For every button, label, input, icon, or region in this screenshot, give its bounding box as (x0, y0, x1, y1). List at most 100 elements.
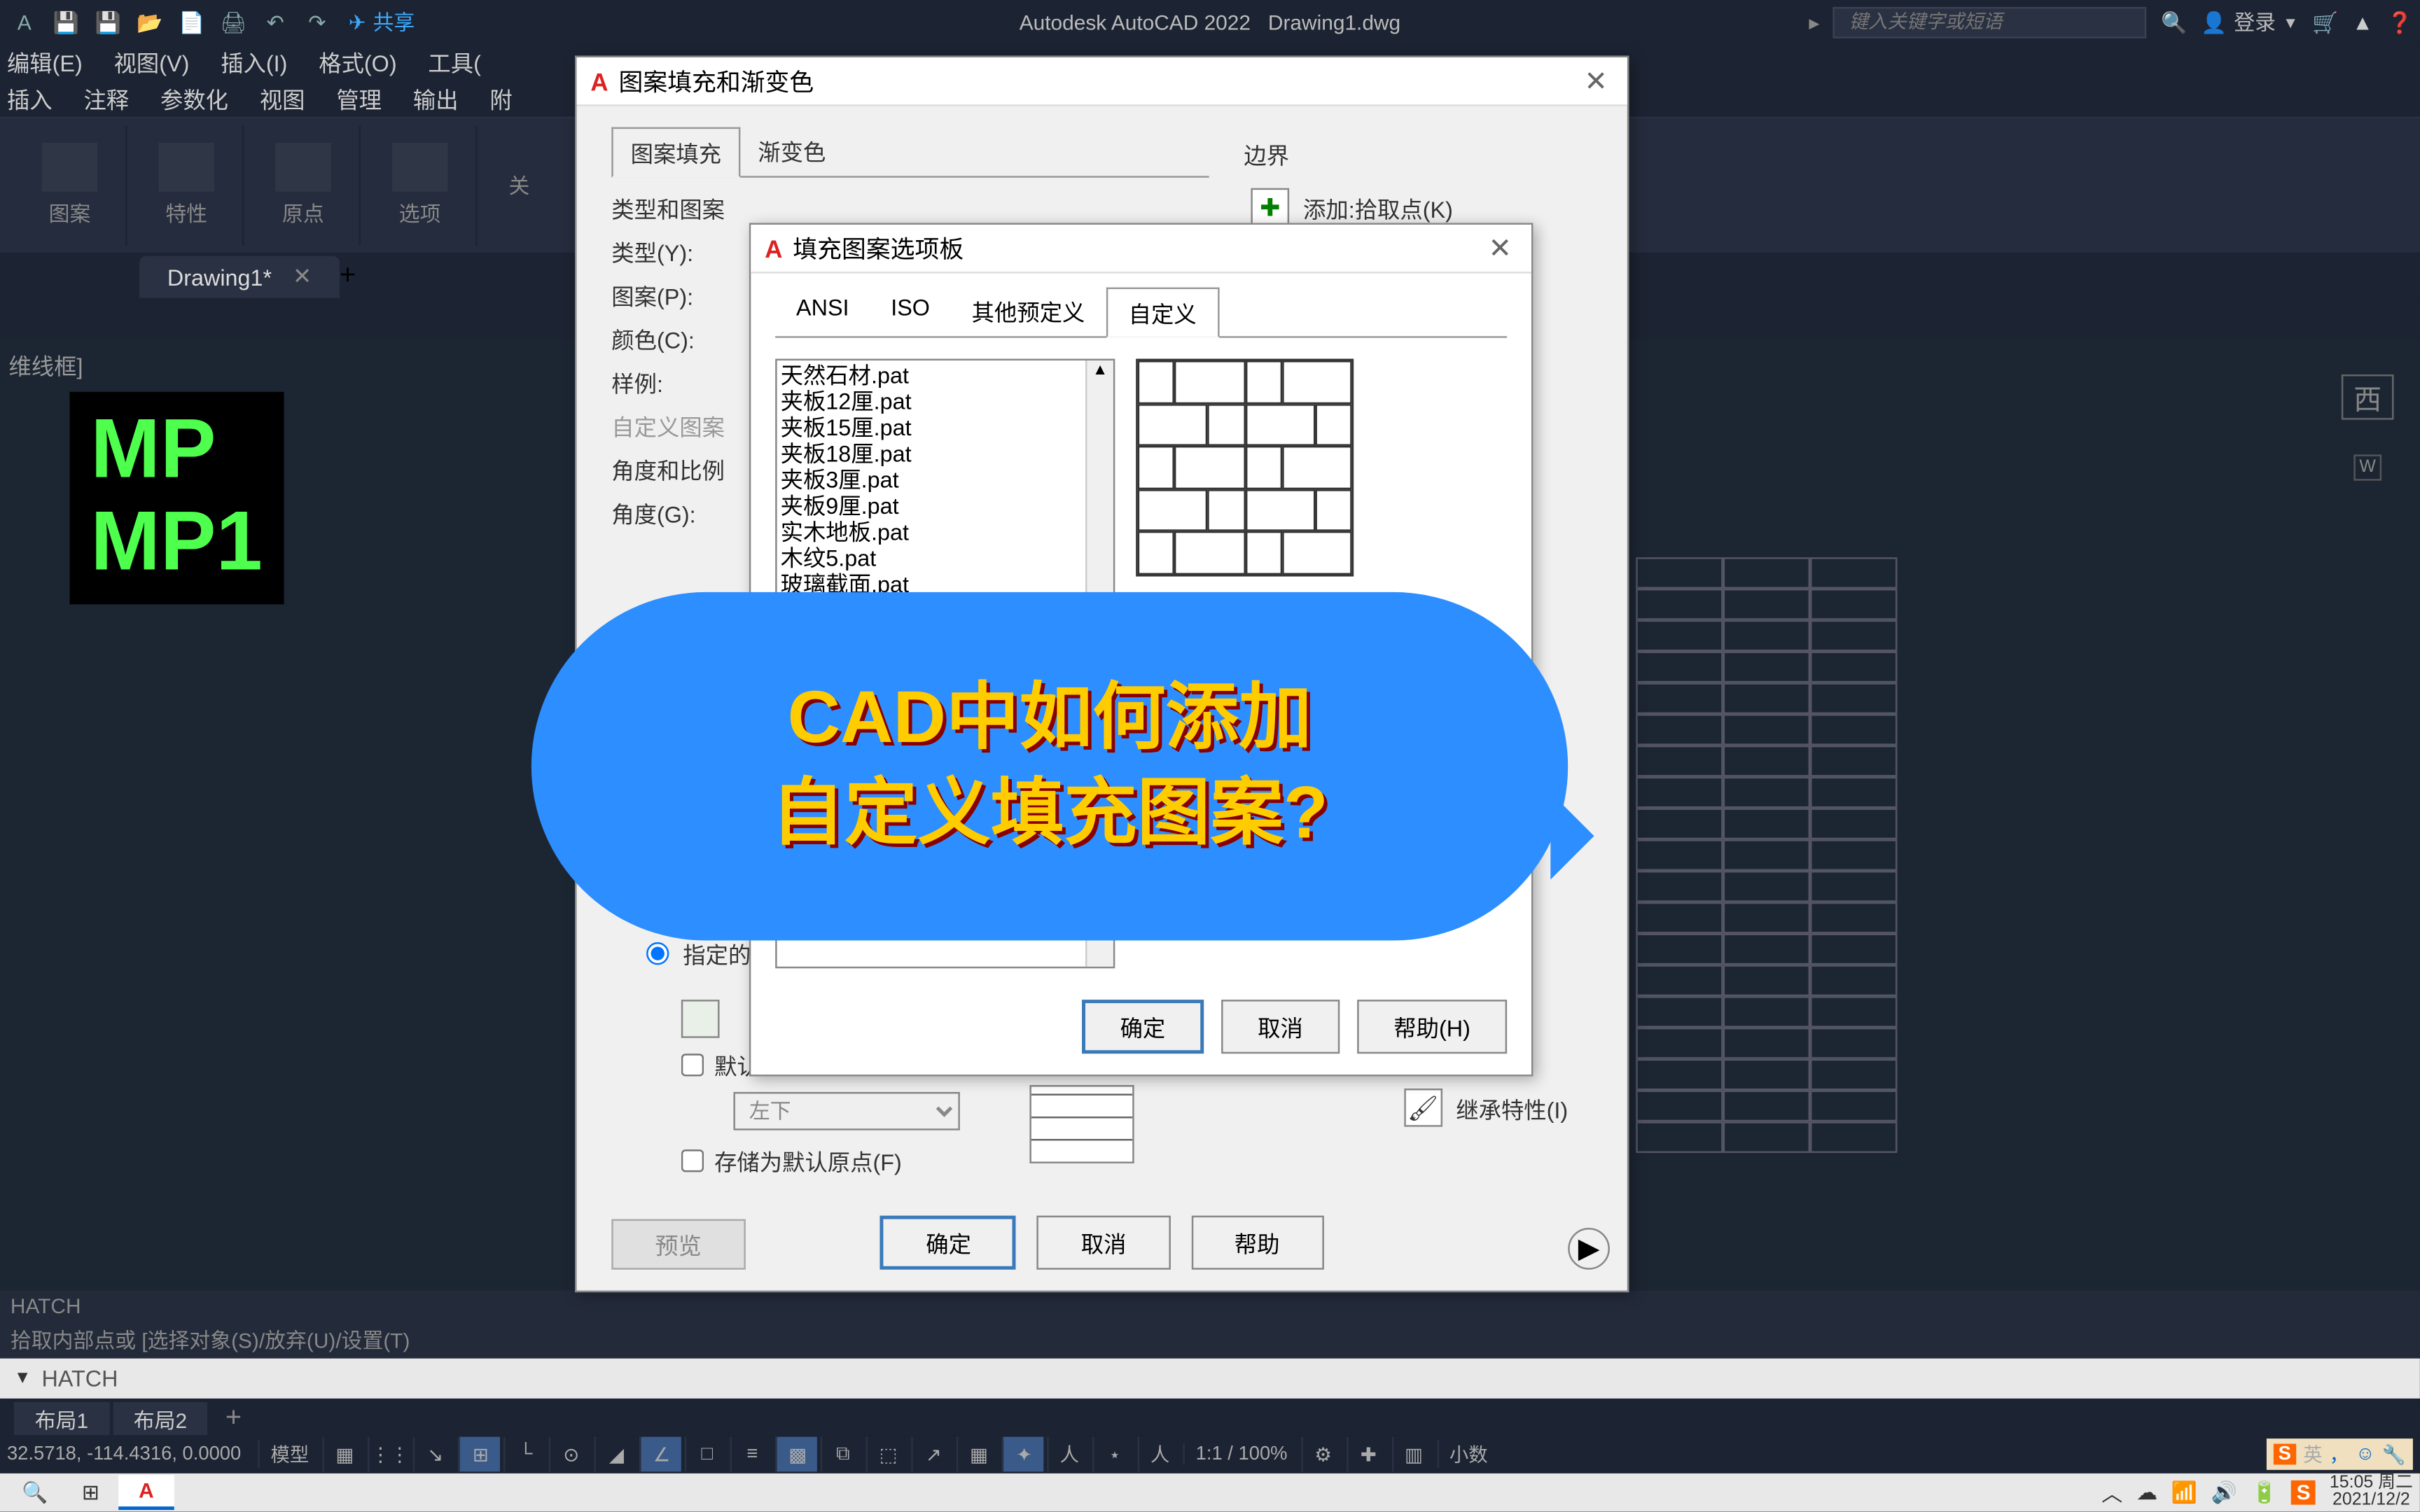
share-button[interactable]: ✈ 共享 (349, 7, 415, 36)
list-item[interactable]: 夹板12厘.pat (781, 390, 1110, 416)
menu-edit[interactable]: 编辑(E) (7, 44, 83, 77)
ribbon-tab-addins[interactable]: 附 (489, 81, 512, 114)
snap-icon[interactable]: ⋮⋮ (368, 1437, 410, 1472)
task-view-icon[interactable]: ⊞ (63, 1475, 119, 1510)
annotation-icon[interactable]: 人 (1048, 1437, 1090, 1472)
ribbon-group-pattern[interactable]: 图案 (14, 125, 127, 246)
tab-ansi[interactable]: ANSI (775, 288, 870, 337)
close-icon[interactable]: ✕ (1482, 231, 1517, 266)
print-icon[interactable]: 🖨 (216, 4, 251, 39)
search-icon[interactable]: 🔍 (7, 1475, 63, 1510)
annotation-visibility-icon[interactable]: 人 (1139, 1437, 1181, 1472)
lineweight-icon[interactable]: ≡ (730, 1437, 772, 1472)
add-tab-button[interactable]: + (340, 261, 356, 293)
menu-insert[interactable]: 插入(I) (221, 44, 287, 77)
sound-icon[interactable]: 🔊 (2211, 1480, 2237, 1505)
list-item[interactable]: 实木地板.pat (781, 520, 1110, 546)
login-button[interactable]: 👤 登录 ▼ (2201, 7, 2298, 36)
inherit-properties-button[interactable]: 🖌 继承特性(I) (1397, 1082, 1575, 1134)
save-icon-2[interactable]: 💾 (90, 4, 125, 39)
cart-icon[interactable]: 🛒 (2312, 10, 2338, 34)
help-button[interactable]: 帮助 (1191, 1216, 1323, 1270)
osnap-icon[interactable]: ∠ (640, 1437, 682, 1472)
ribbon-tab-output[interactable]: 输出 (413, 81, 459, 114)
tab-gradient[interactable]: 渐变色 (740, 127, 843, 176)
menu-tools[interactable]: 工具( (428, 44, 480, 77)
list-item[interactable]: 夹板18厘.pat (781, 442, 1110, 468)
ribbon-group-options[interactable]: 选项 (364, 125, 478, 246)
ribbon-group-properties[interactable]: 特性 (131, 125, 244, 246)
list-item[interactable]: 木纹5.pat (781, 546, 1110, 572)
units-icon[interactable]: ▥ (1392, 1437, 1434, 1472)
undo-icon[interactable]: ↶ (258, 4, 293, 39)
decimal-label[interactable]: 小数 (1437, 1441, 1498, 1469)
add-layout-button[interactable]: + (211, 1404, 256, 1435)
origin-position-select[interactable]: 左下 (733, 1092, 959, 1130)
isodraft-icon[interactable]: ◢ (594, 1437, 637, 1472)
expand-dialog-button[interactable]: ▶ (1568, 1228, 1610, 1270)
infer-icon[interactable]: ↘ (414, 1437, 456, 1472)
ribbon-tab-parametric[interactable]: 参数化 (160, 81, 228, 114)
sogou-tray-icon[interactable]: S (2291, 1480, 2316, 1505)
ribbon-tab-view[interactable]: 视图 (260, 81, 305, 114)
close-tab-icon[interactable]: ✕ (293, 263, 312, 291)
command-line[interactable]: ▼ HATCH (0, 1359, 2420, 1399)
battery-icon[interactable]: 🔋 (2251, 1480, 2277, 1505)
ribbon-tab-insert[interactable]: 插入 (7, 81, 53, 114)
cancel-button[interactable]: 取消 (1038, 1216, 1170, 1270)
help-button[interactable]: 帮助(H) (1357, 1000, 1507, 1054)
polar-icon[interactable]: ⊙ (550, 1437, 592, 1472)
gizmo-icon[interactable]: ✦ (1002, 1437, 1044, 1472)
ribbon-tab-annotate[interactable]: 注释 (83, 81, 129, 114)
autocad-taskbar-icon[interactable]: A (118, 1475, 174, 1510)
ribbon-tab-manage[interactable]: 管理 (336, 81, 382, 114)
menu-format[interactable]: 格式(O) (319, 44, 396, 77)
dyn-ucs-icon[interactable]: ↗ (912, 1437, 954, 1472)
set-origin-icon[interactable] (681, 1000, 720, 1038)
annotation-scale-icon[interactable]: ⋆ (1093, 1437, 1135, 1472)
clock[interactable]: 15:05 周二 2021/12/2 (2330, 1475, 2413, 1510)
viewcube[interactable]: 西 W (2332, 374, 2402, 479)
viewcube-face[interactable]: 西 (2342, 374, 2394, 420)
otrack-icon[interactable]: □ (686, 1437, 728, 1472)
plot-icon[interactable]: 📄 (174, 4, 209, 39)
ribbon-group-close[interactable]: 关 (481, 125, 558, 246)
app-icon[interactable]: ▲ (2352, 10, 2373, 34)
3dosnap-icon[interactable]: ⬚ (866, 1437, 908, 1472)
coordinates[interactable]: 32.5718, -114.4316, 0.0000 (7, 1444, 241, 1465)
doc-tab-drawing1[interactable]: Drawing1* ✕ (139, 256, 340, 298)
tab-iso[interactable]: ISO (870, 288, 950, 337)
tab-custom[interactable]: 自定义 (1106, 288, 1219, 338)
add-icon[interactable]: ✚ (1347, 1437, 1389, 1472)
menu-view[interactable]: 视图(V) (114, 44, 190, 77)
gear-icon[interactable]: ⚙ (1301, 1437, 1343, 1472)
help-icon[interactable]: ❓ (2387, 10, 2413, 34)
layout-tab-1[interactable]: 布局1 (14, 1401, 109, 1438)
onedrive-icon[interactable]: ☁ (2136, 1480, 2157, 1505)
ok-button[interactable]: 确定 (881, 1216, 1017, 1270)
infocenter-arrow-icon[interactable]: ▸ (1809, 10, 1819, 34)
list-item[interactable]: 天然石材.pat (781, 364, 1110, 390)
ok-button[interactable]: 确定 (1082, 1000, 1204, 1054)
tab-other[interactable]: 其他预定义 (951, 288, 1106, 337)
dialog2-titlebar[interactable]: A 填充图案选项板 ✕ (751, 225, 1531, 274)
dynamic-input-icon[interactable]: ⊞ (459, 1437, 501, 1472)
list-item[interactable]: 夹板15厘.pat (781, 416, 1110, 442)
chevron-down-icon[interactable]: ▼ (14, 1369, 32, 1388)
ime-indicator[interactable]: S 英 ， ☺ 🔧 (2266, 1438, 2413, 1470)
default-checkbox[interactable] (681, 1054, 704, 1076)
selection-cycle-icon[interactable]: ⧉ (821, 1437, 863, 1472)
tray-up-icon[interactable]: ︿ (2101, 1478, 2122, 1507)
save-icon[interactable]: 💾 (49, 4, 84, 39)
list-item[interactable]: 夹板9厘.pat (781, 494, 1110, 520)
autocad-logo-icon[interactable]: A (7, 4, 42, 39)
selection-filter-icon[interactable]: ▦ (957, 1437, 999, 1472)
tab-hatch[interactable]: 图案填充 (611, 127, 740, 178)
model-space-button[interactable]: 模型 (258, 1441, 319, 1469)
close-icon[interactable]: ✕ (1578, 64, 1613, 99)
grid-icon[interactable]: ▦ (323, 1437, 365, 1472)
store-origin-checkbox[interactable] (681, 1149, 704, 1172)
search-input[interactable] (1833, 6, 2147, 38)
layout-tab-2[interactable]: 布局2 (113, 1401, 208, 1438)
transparency-icon[interactable]: ▩ (776, 1437, 818, 1472)
